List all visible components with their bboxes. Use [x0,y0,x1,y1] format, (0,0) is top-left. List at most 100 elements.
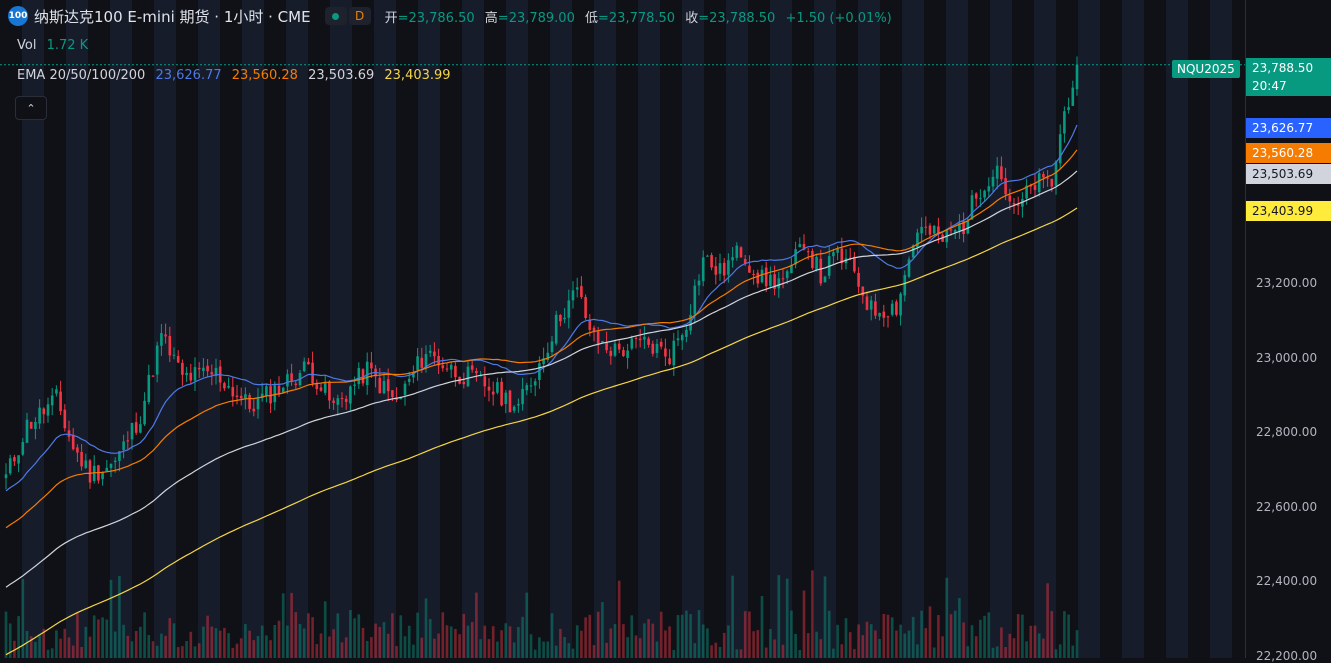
candle-body [470,365,474,370]
market-open-dot-icon [332,12,340,20]
candle-body [1067,107,1070,111]
ema-price-tag: 23,403.99 [1246,201,1331,221]
candle-body [17,455,20,464]
candle-body [949,229,953,231]
volume-bar [483,625,487,658]
volume-bar [601,602,604,658]
ema-legend[interactable]: EMA 20/50/100/200 23,626.77 23,560.28 23… [17,68,451,83]
candle-body [991,176,995,187]
session-band [770,0,792,658]
volume-bar [987,612,991,658]
volume-bar [676,615,680,658]
volume-bar [559,628,562,658]
symbol-title[interactable]: 纳斯达克100 E-mini 期货 · 1小时 · CME [34,6,311,27]
candle-body [403,383,407,395]
candle-body [202,367,205,371]
candle-body [466,366,470,387]
volume-bar [273,624,277,658]
volume-bar [1004,647,1007,658]
volume-bar [861,635,865,658]
session-band [858,0,880,658]
candle-body [680,335,684,341]
volume-bar [126,635,130,658]
volume-bar [147,635,151,658]
volume-bar [1046,583,1049,658]
volume-bar [1042,638,1045,658]
volume-bar [290,592,293,658]
candle-body [739,247,743,258]
volume-bar [554,645,558,658]
candle-body [294,383,298,385]
candle-body [752,274,755,276]
candle-body [80,451,83,467]
interval-d-button[interactable]: D [348,7,371,25]
candle-body [1075,64,1079,90]
candle-body [491,391,495,395]
volume-bar [584,617,587,658]
volume-bar [307,613,310,658]
volume-bar [836,624,839,658]
candle-body [882,311,886,318]
candle-body [235,395,239,398]
session-band [242,0,264,658]
candle-body [899,293,902,316]
candle-body [525,385,529,391]
candle-body [668,358,671,365]
volume-bar [1054,649,1058,658]
volume-bar [659,611,663,658]
candle-body [189,372,193,381]
price-tick-label: 22,200.00 [1256,648,1318,663]
candle-body [328,381,331,401]
candle-body [664,348,667,357]
candle-body [1016,204,1020,206]
volume-bar [907,630,911,658]
candle-body [265,386,268,396]
volume-bar [38,634,41,658]
candle-body [643,336,646,340]
volume-bar [500,630,503,658]
session-band [1034,0,1056,658]
volume-bar [214,628,218,658]
candle-body [1012,203,1016,205]
candle-body [559,315,562,322]
candle-body [735,245,739,258]
volume-bar [365,640,369,658]
candle-body [332,400,335,403]
volume-bar [672,649,676,658]
session-band [682,0,704,658]
volume-bar [449,626,453,658]
volume-bar [328,636,331,658]
volume-bar [622,624,625,658]
volume-bar [181,646,184,658]
volume-bar [546,641,550,658]
candle-body [420,357,424,368]
candle-body [286,374,289,387]
candle-body [823,276,827,283]
volume-bar [88,636,92,658]
volume-legend[interactable]: Vol 1.72 K [17,38,88,53]
candle-body [483,376,487,387]
price-axis[interactable]: 23,200.00 23,000.00 22,800.00 22,600.00 22,4… [1245,0,1331,663]
candle-body [966,220,970,234]
candle-body [323,382,327,393]
volume-bar [55,630,58,658]
volume-bar [286,625,289,658]
volume-bar [353,618,356,658]
volume-bar [899,624,902,658]
candle-body [378,377,382,394]
candle-body [382,380,386,394]
market-status-button[interactable] [324,7,347,25]
price-chart[interactable] [0,0,1245,658]
volume-bar [815,631,818,658]
candle-body [567,300,571,318]
volume-bar [538,637,541,658]
collapse-legend-button[interactable]: ⌃ [15,96,47,120]
candle-body [756,272,760,284]
candle-body [126,440,130,442]
volume-bar [391,613,394,658]
volume-bar [638,638,642,658]
candle-body [21,442,25,455]
volume-bar [218,630,222,658]
volume-bar [386,633,390,658]
volume-bar [269,640,272,658]
